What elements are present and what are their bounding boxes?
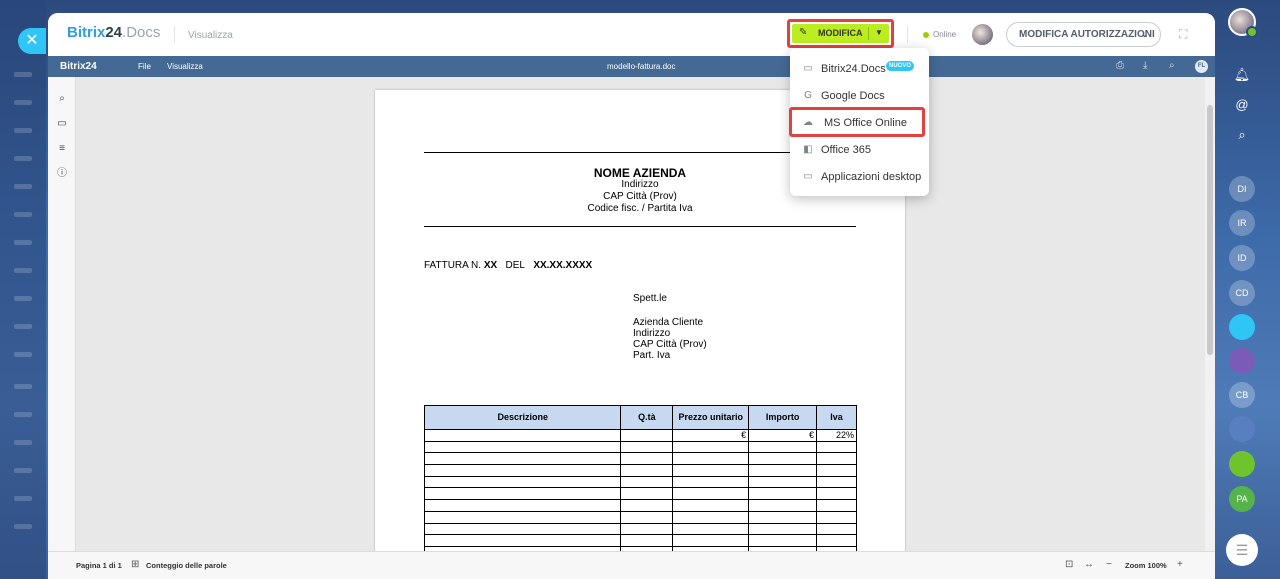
document-viewer-window: Bitrix24.Docs Visualizza ✎ MODIFICA ▼ On… [48, 13, 1215, 579]
app-logo: Bitrix24.Docs [67, 24, 161, 41]
fit-width-icon[interactable]: ↔ [1084, 559, 1094, 570]
menu-item-google-docs[interactable]: G Google Docs [790, 83, 929, 109]
status-badge [1246, 26, 1258, 38]
rail-group-icon[interactable] [1229, 416, 1255, 442]
word-count-button[interactable]: Conteggio delle parole [146, 561, 227, 570]
col-unit-price: Prezzo unitario [672, 405, 750, 430]
download-icon[interactable]: ⤓ [1143, 60, 1147, 71]
table-row: € € 22% [423, 429, 857, 442]
col-vat: Iva [816, 405, 857, 430]
rail-chat-cb[interactable]: CB [1229, 382, 1255, 408]
menu-icon[interactable]: ☰ [1226, 534, 1258, 566]
outline-icon[interactable]: ≡ [56, 143, 68, 155]
rail-chat-di[interactable]: DI [1229, 176, 1255, 202]
client-greeting: Spett.le [633, 293, 667, 304]
online-label: Online [933, 30, 957, 39]
table-row [423, 499, 857, 512]
table-row [423, 464, 857, 477]
company-taxid: Codice fisc. / Partita Iva [587, 203, 693, 214]
rail-chat-ir[interactable]: IR [1229, 210, 1255, 236]
table-row [423, 475, 857, 489]
search-icon[interactable]: ⌕ [1169, 60, 1175, 71]
edit-permissions-label: MODIFICA AUTORIZZAZIONI [1019, 29, 1155, 40]
menu-file[interactable]: File [138, 62, 151, 71]
zoom-level: Zoom 100% [1125, 561, 1167, 570]
document-filename: modello-fattura.doc [607, 62, 676, 71]
edit-button-highlight [787, 19, 894, 48]
table-row [423, 487, 857, 501]
word-count-icon: ⊞ [131, 559, 140, 570]
office-icon: ◧ [803, 144, 813, 155]
table-row [423, 510, 857, 524]
status-bar: Pagina 1 di 1 ⊞ Conteggio delle parole ⊡… [48, 551, 1215, 579]
page-info: Pagina 1 di 1 [76, 561, 122, 570]
client-address: Indirizzo [633, 328, 671, 339]
menu-view[interactable]: Visualizza [167, 62, 203, 71]
invoice-header-line: FATTURA N. XX DEL XX.XX.XXXX [424, 260, 593, 271]
col-description: Descrizione [423, 405, 622, 430]
table-row [423, 534, 857, 547]
client-vat: Part. Iva [633, 350, 671, 361]
fullscreen-icon[interactable]: ⛶ [1179, 27, 1193, 41]
right-rail: 🔔︎ @ ⌕ DI IR ID CD CB PA ☰ [1216, 0, 1280, 579]
table-row [423, 452, 857, 466]
close-slider-button[interactable]: ✕ [18, 28, 46, 54]
menu-item-office-365[interactable]: ◧ Office 365 [790, 137, 929, 163]
menu-item-desktop-apps[interactable]: ▭ Applicazioni desktop [790, 164, 929, 190]
ms-office-highlight [789, 107, 925, 137]
mode-label: Visualizza [188, 30, 233, 41]
rail-chat-id[interactable]: ID [1229, 245, 1255, 271]
search-icon[interactable]: ⌕ [56, 93, 68, 105]
col-amount: Importo [748, 405, 818, 430]
client-city: CAP Città (Prov) [633, 339, 707, 350]
drive-icon: ▭ [803, 63, 813, 74]
bell-icon[interactable]: 🔔︎ [1229, 62, 1255, 88]
rail-chat-group[interactable] [1229, 314, 1255, 340]
rail-chat-pa[interactable]: PA [1229, 486, 1255, 512]
google-icon: G [804, 90, 812, 101]
table-row [423, 522, 857, 536]
menu-item-bitrix24-docs[interactable]: ▭ Bitrix24.Docs NUOVO [790, 56, 929, 82]
close-icon: ✕ [25, 32, 39, 49]
editor-toolbar: Bitrix24 File Visualizza modello-fattura… [48, 56, 1215, 77]
viewer-header: Bitrix24.Docs Visualizza ✎ MODIFICA ▼ On… [48, 13, 1215, 56]
print-icon[interactable]: ⎙ [1116, 60, 1124, 71]
table-row [423, 440, 857, 454]
search-icon[interactable]: ⌕ [1229, 122, 1255, 148]
zoom-out-icon[interactable]: − [1106, 559, 1112, 570]
info-icon[interactable]: ⓘ [56, 168, 68, 180]
comment-icon[interactable]: ▭ [56, 118, 68, 130]
editor-user-avatar[interactable]: FL [1195, 60, 1208, 73]
at-icon[interactable]: @ [1229, 92, 1255, 118]
col-quantity: Q.tà [620, 405, 674, 430]
scroll-thumb[interactable] [1207, 105, 1213, 355]
online-status-dot [923, 32, 929, 38]
invoice-table: Descrizione Q.tà Prezzo unitario Importo… [423, 405, 857, 559]
portal-left-menu [0, 0, 46, 579]
left-tools: ⌕ ▭ ≡ ⓘ [48, 77, 76, 551]
monitor-icon: ▭ [803, 171, 813, 182]
client-name: Azienda Cliente [633, 317, 704, 328]
chevron-down-icon: ⌄ [1141, 29, 1149, 39]
fit-page-icon[interactable]: ⊡ [1065, 559, 1073, 570]
rail-group-green[interactable] [1229, 451, 1255, 477]
edit-permissions-button[interactable]: MODIFICA AUTORIZZAZIONI ⌄ [1006, 22, 1161, 47]
vertical-scrollbar[interactable] [1205, 77, 1215, 551]
rail-chat-avatar[interactable] [1229, 348, 1255, 374]
rail-chat-cd[interactable]: CD [1229, 280, 1255, 306]
zoom-in-icon[interactable]: + [1177, 559, 1183, 570]
new-badge: NUOVO [886, 61, 915, 71]
editor-logo: Bitrix24 [60, 61, 97, 72]
user-avatar[interactable] [972, 24, 993, 45]
